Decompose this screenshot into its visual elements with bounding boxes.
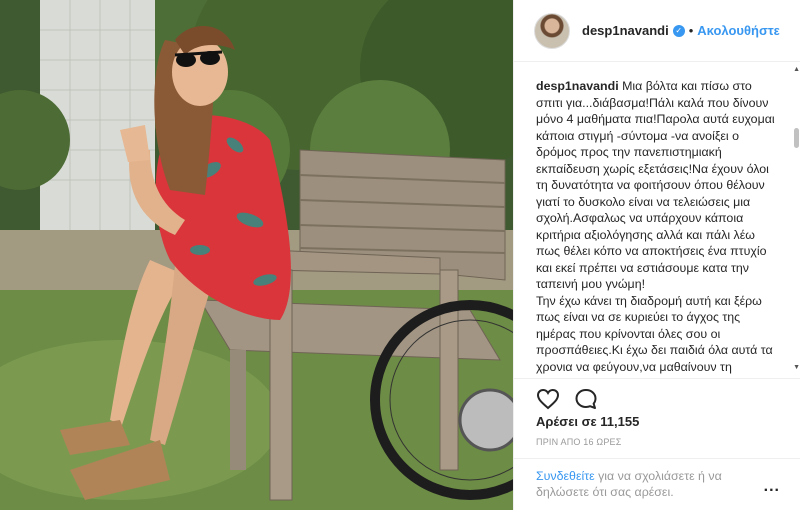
post-side-panel: desp1navandi ✓ • Ακολουθήστε desp1navand… <box>513 0 800 510</box>
caption-text: Μια βόλτα και πίσω στο σπιτι για...διάβα… <box>536 79 775 291</box>
scrollbar-thumb[interactable] <box>794 128 799 148</box>
heart-icon[interactable] <box>536 387 560 411</box>
header-username[interactable]: desp1navandi <box>582 23 669 38</box>
post-photo <box>0 0 513 510</box>
login-prompt: Συνδεθείτε για να σχολιάσετε ή να δηλώσε… <box>514 458 800 510</box>
header-separator: • <box>688 23 694 38</box>
post-header: desp1navandi ✓ • Ακολουθήστε <box>514 0 800 62</box>
scroll-down-arrow-icon[interactable]: ▼ <box>793 364 800 371</box>
likes-count[interactable]: Αρέσει σε 11,155 <box>536 414 639 429</box>
caption-scroll-area[interactable]: desp1navandi Μια βόλτα και πίσω στο σπιτ… <box>514 62 800 376</box>
action-bar <box>514 378 800 411</box>
caption-text-continued: Την έχω κάνει τη διαδρομή αυτή και ξέρω … <box>536 293 773 374</box>
verified-badge-icon: ✓ <box>672 24 685 37</box>
caption: desp1navandi Μια βόλτα και πίσω στο σπιτ… <box>514 62 800 376</box>
login-link[interactable]: Συνδεθείτε <box>536 469 595 483</box>
caption-username[interactable]: desp1navandi <box>536 79 619 93</box>
comment-icon[interactable] <box>574 387 598 411</box>
avatar[interactable] <box>534 12 570 49</box>
post-timestamp[interactable]: ΠΡΙΝ ΑΠΟ 16 ΩΡΕΣ <box>536 437 622 447</box>
follow-button[interactable]: Ακολουθήστε <box>697 23 780 38</box>
photo-illustration <box>0 0 513 510</box>
more-options-icon[interactable]: ... <box>764 478 780 496</box>
scroll-up-arrow-icon[interactable]: ▲ <box>793 66 800 73</box>
